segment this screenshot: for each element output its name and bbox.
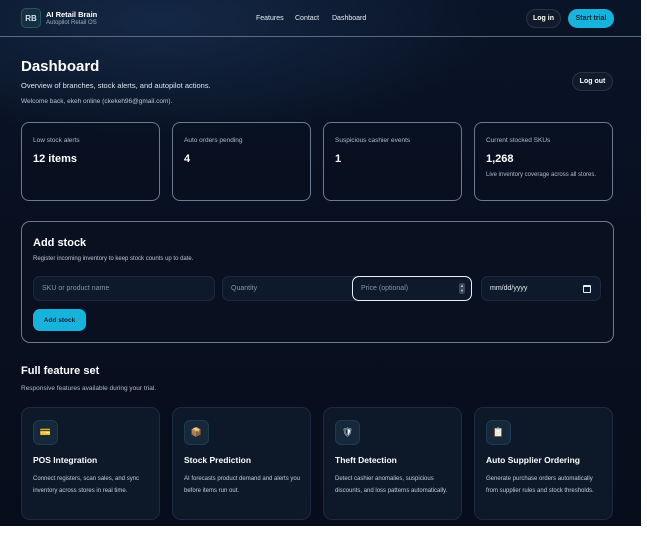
brand-logo[interactable]: RB	[21, 8, 41, 28]
welcome-message: Welcome back, ekeh online (ckekeh96@gmai…	[21, 98, 173, 105]
stat-label: Auto orders pending	[184, 137, 243, 144]
page-subtitle: Overview of branches, stock alerts, and …	[21, 81, 211, 90]
shield-icon: 🛡	[335, 420, 360, 445]
sku-input[interactable]: SKU or product name	[33, 276, 215, 301]
price-input[interactable]: Price (optional) ▲ ▼	[352, 276, 472, 301]
feature-card-stock-prediction: 📦 Stock Prediction AI forecasts product …	[172, 407, 311, 520]
add-stock-subtitle: Register incoming inventory to keep stoc…	[33, 256, 194, 262]
stat-note: Live inventory coverage across all store…	[486, 172, 597, 178]
brand-name: AI Retail Brain	[46, 10, 98, 19]
stat-value: 1,268	[486, 153, 514, 165]
clipboard-icon: 📋	[486, 420, 511, 445]
feature-description: AI forecasts product demand and alerts y…	[184, 476, 301, 494]
add-stock-button[interactable]: Add stock	[33, 309, 86, 331]
add-stock-panel: Add stock Register incoming inventory to…	[21, 221, 614, 343]
feature-title: Theft Detection	[335, 455, 397, 465]
feature-description: Connect registers, scan sales, and sync …	[33, 476, 140, 494]
feature-description: Generate purchase orders automatically f…	[486, 476, 594, 494]
nav-link-contact[interactable]: Contact	[295, 15, 319, 22]
stat-card-auto-orders: Auto orders pending 4	[172, 122, 311, 201]
number-spinner-icon[interactable]: ▲ ▼	[459, 283, 465, 294]
feature-title: Auto Supplier Ordering	[486, 455, 580, 465]
package-icon: 📦	[184, 420, 209, 445]
feature-card-auto-ordering: 📋 Auto Supplier Ordering Generate purcha…	[474, 407, 613, 520]
stat-label: Current stocked SKUs	[486, 137, 551, 144]
features-subtitle: Responsive features available during you…	[21, 385, 157, 392]
page-title: Dashboard	[21, 58, 100, 75]
add-stock-title: Add stock	[33, 237, 87, 249]
logout-button[interactable]: Log out	[572, 72, 613, 91]
login-button[interactable]: Log in	[526, 9, 561, 28]
feature-title: Stock Prediction	[184, 455, 252, 465]
nav-link-features[interactable]: Features	[256, 15, 284, 22]
nav-link-dashboard[interactable]: Dashboard	[332, 15, 366, 22]
stat-label: Suspicious cashier events	[335, 137, 411, 144]
brand-tagline: Autopilot Retail OS	[46, 20, 97, 26]
start-trial-button[interactable]: Start trial	[568, 9, 614, 28]
app-window: RB AI Retail Brain Autopilot Retail OS F…	[0, 0, 641, 526]
top-header: RB AI Retail Brain Autopilot Retail OS F…	[0, 0, 641, 37]
date-value: mm/dd/yyyy	[490, 285, 528, 292]
stat-label: Low stock alerts	[33, 137, 80, 144]
stat-card-suspicious-events: Suspicious cashier events 1	[323, 122, 462, 201]
feature-card-theft-detection: 🛡 Theft Detection Detect cashier anomali…	[323, 407, 462, 520]
feature-card-pos: 💳 POS Integration Connect registers, sca…	[21, 407, 160, 520]
feature-description: Detect cashier anomalies, suspicious dis…	[335, 476, 448, 494]
stat-value: 12 items	[33, 153, 78, 165]
feature-title: POS Integration	[33, 455, 98, 465]
stat-card-low-stock: Low stock alerts 12 items	[21, 122, 160, 201]
stat-value: 1	[335, 153, 342, 165]
pos-terminal-icon: 💳	[33, 420, 58, 445]
calendar-icon[interactable]	[583, 285, 591, 293]
date-input[interactable]: mm/dd/yyyy	[481, 276, 601, 301]
stat-card-stocked-skus: Current stocked SKUs 1,268 Live inventor…	[474, 122, 613, 201]
price-placeholder: Price (optional)	[361, 285, 409, 292]
features-title: Full feature set	[21, 365, 100, 377]
stat-value: 4	[184, 153, 191, 165]
